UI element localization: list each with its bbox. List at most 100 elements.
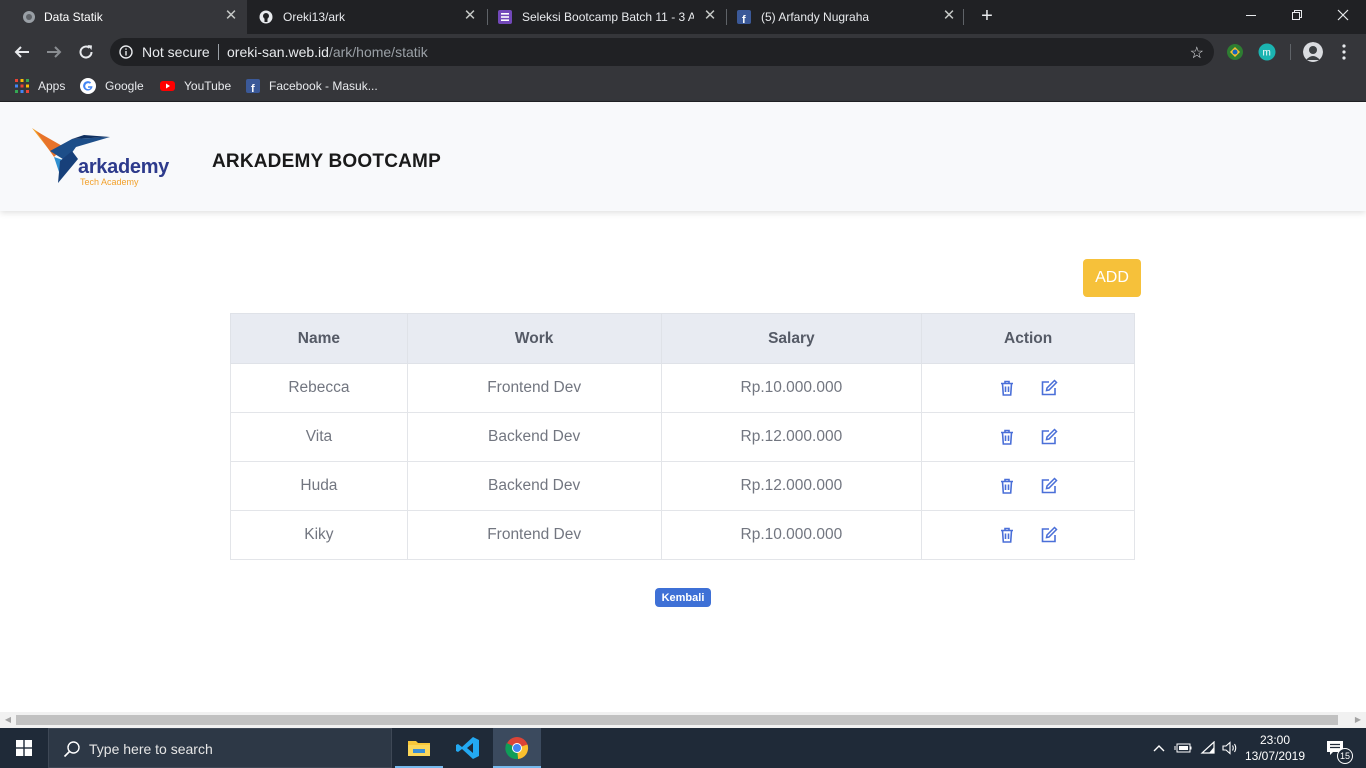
scroll-right-arrow-icon[interactable]: ▶ bbox=[1353, 715, 1363, 725]
info-icon[interactable] bbox=[119, 45, 133, 59]
cell-work: Backend Dev bbox=[406, 412, 662, 462]
arkademy-logo[interactable]: arkademy Tech Academy bbox=[30, 125, 180, 189]
bookmark-label: Google bbox=[105, 79, 144, 93]
address-bar[interactable]: Not secure oreki-san.web.id/ark/home/sta… bbox=[110, 38, 1214, 66]
cell-name: Huda bbox=[230, 461, 408, 511]
column-header-name: Name bbox=[230, 313, 408, 364]
cell-action bbox=[921, 461, 1135, 511]
table-row: Huda Backend Dev Rp.12.000.000 bbox=[230, 461, 1135, 511]
trash-icon[interactable] bbox=[998, 428, 1016, 446]
bookmark-google[interactable]: Google bbox=[80, 77, 144, 95]
bookmark-facebook[interactable]: f Facebook - Masuk... bbox=[246, 77, 378, 95]
minimize-icon[interactable] bbox=[1228, 0, 1274, 30]
table-header-row: Name Work Salary Action bbox=[230, 313, 1135, 364]
cell-action bbox=[921, 510, 1135, 560]
chevron-up-icon[interactable] bbox=[1150, 728, 1168, 768]
system-clock[interactable]: 23:00 13/07/2019 bbox=[1240, 732, 1310, 764]
cell-name: Rebecca bbox=[230, 363, 408, 413]
wifi-icon[interactable] bbox=[1198, 728, 1218, 768]
tab-separator bbox=[963, 9, 964, 25]
svg-text:f: f bbox=[251, 83, 255, 93]
edit-icon[interactable] bbox=[1040, 379, 1058, 397]
cell-salary: Rp.10.000.000 bbox=[660, 510, 923, 560]
tab-title: Oreki13/ark bbox=[283, 10, 346, 24]
toolbar-divider bbox=[1290, 44, 1291, 60]
globe-icon bbox=[23, 11, 35, 23]
bookmark-star-icon[interactable]: ☆ bbox=[1190, 43, 1204, 63]
windows-start-icon[interactable] bbox=[0, 728, 48, 768]
edit-icon[interactable] bbox=[1040, 477, 1058, 495]
battery-icon[interactable] bbox=[1172, 728, 1194, 768]
cell-salary: Rp.10.000.000 bbox=[660, 363, 923, 413]
notification-center-icon[interactable]: 15 bbox=[1320, 728, 1353, 768]
bookmark-youtube[interactable]: YouTube bbox=[160, 77, 231, 95]
menu-kebab-icon[interactable] bbox=[1333, 40, 1355, 64]
close-icon[interactable]: ✕ bbox=[223, 8, 239, 24]
column-header-salary: Salary bbox=[660, 313, 923, 364]
logo-wordmark: arkademy bbox=[78, 156, 169, 178]
employee-table: Name Work Salary Action Rebecca Frontend… bbox=[230, 313, 1135, 560]
bookmark-label: Apps bbox=[38, 79, 66, 93]
file-explorer-icon[interactable] bbox=[395, 728, 443, 768]
facebook-icon: f bbox=[737, 10, 751, 24]
site-navbar: arkademy Tech Academy ARKADEMY BOOTCAMP bbox=[0, 103, 1366, 211]
cell-work: Backend Dev bbox=[406, 461, 662, 511]
close-icon[interactable]: ✕ bbox=[462, 8, 478, 24]
omnibox-divider bbox=[218, 44, 219, 60]
youtube-icon bbox=[160, 81, 175, 91]
table-row: Rebecca Frontend Dev Rp.10.000.000 bbox=[230, 363, 1135, 413]
vscode-icon[interactable] bbox=[444, 728, 492, 768]
browser-tab-strip: Data Statik ✕ Oreki13/ark ✕ Seleksi Boot… bbox=[0, 0, 1366, 34]
bookmark-apps[interactable]: Apps bbox=[15, 77, 65, 95]
taskbar-search-box[interactable]: Type here to search bbox=[48, 728, 392, 768]
restore-icon[interactable] bbox=[1274, 0, 1320, 30]
profile-avatar-icon[interactable] bbox=[1303, 42, 1323, 62]
volume-icon[interactable] bbox=[1220, 728, 1240, 768]
close-window-icon[interactable] bbox=[1320, 0, 1366, 30]
cell-action bbox=[921, 412, 1135, 462]
table-row: Kiky Frontend Dev Rp.10.000.000 bbox=[230, 510, 1135, 560]
windows-taskbar: Type here to search 23:00 13/07/2019 15 bbox=[0, 728, 1366, 768]
security-label: Not secure bbox=[142, 44, 210, 60]
scrollbar-thumb[interactable] bbox=[16, 715, 1338, 725]
tab-arfandy-nugraha[interactable]: f (5) Arfandy Nugraha ✕ bbox=[727, 0, 963, 34]
edit-icon[interactable] bbox=[1040, 428, 1058, 446]
mendeley-extension-icon[interactable]: m bbox=[1258, 43, 1276, 61]
cell-name: Kiky bbox=[230, 510, 408, 560]
horizontal-scrollbar[interactable]: ◀ ▶ bbox=[0, 712, 1366, 728]
url-path: /ark/home/statik bbox=[328, 44, 428, 60]
trash-icon[interactable] bbox=[998, 526, 1016, 544]
search-icon bbox=[63, 741, 80, 758]
new-tab-plus-icon[interactable]: + bbox=[976, 5, 998, 27]
cell-action bbox=[921, 363, 1135, 413]
forms-icon bbox=[498, 10, 512, 24]
close-icon[interactable]: ✕ bbox=[702, 8, 718, 24]
back-arrow-icon[interactable] bbox=[10, 40, 34, 64]
close-icon[interactable]: ✕ bbox=[941, 8, 957, 24]
reload-icon[interactable] bbox=[74, 40, 98, 64]
bookmarks-bar: Apps Google YouTube f Facebook - Masuk..… bbox=[0, 70, 1366, 102]
tab-title: (5) Arfandy Nugraha bbox=[761, 10, 870, 24]
page-content: arkademy Tech Academy ARKADEMY BOOTCAMP … bbox=[0, 103, 1366, 713]
add-button[interactable]: ADD bbox=[1083, 259, 1141, 297]
forward-arrow-icon[interactable] bbox=[42, 40, 66, 64]
edit-icon[interactable] bbox=[1040, 526, 1058, 544]
tab-oreki13-ark[interactable]: Oreki13/ark ✕ bbox=[247, 0, 487, 34]
scroll-left-arrow-icon[interactable]: ◀ bbox=[3, 715, 13, 725]
google-icon bbox=[80, 78, 96, 94]
tab-data-statik[interactable]: Data Statik ✕ bbox=[0, 0, 247, 34]
brand-title: ARKADEMY BOOTCAMP bbox=[212, 151, 441, 172]
cell-salary: Rp.12.000.000 bbox=[660, 461, 923, 511]
tab-title: Data Statik bbox=[44, 10, 103, 24]
browser-toolbar: Not secure oreki-san.web.id/ark/home/sta… bbox=[0, 34, 1366, 70]
extension-icon[interactable] bbox=[1226, 43, 1244, 61]
trash-icon[interactable] bbox=[998, 379, 1016, 397]
trash-icon[interactable] bbox=[998, 477, 1016, 495]
chrome-icon[interactable] bbox=[493, 728, 541, 768]
search-placeholder: Type here to search bbox=[89, 741, 213, 757]
github-icon bbox=[259, 10, 273, 24]
tab-seleksi-bootcamp[interactable]: Seleksi Bootcamp Batch 11 - 3 Ar ✕ bbox=[488, 0, 726, 34]
kembali-button[interactable]: Kembali bbox=[655, 588, 711, 607]
column-header-work: Work bbox=[406, 313, 662, 364]
bookmark-label: YouTube bbox=[184, 79, 232, 93]
